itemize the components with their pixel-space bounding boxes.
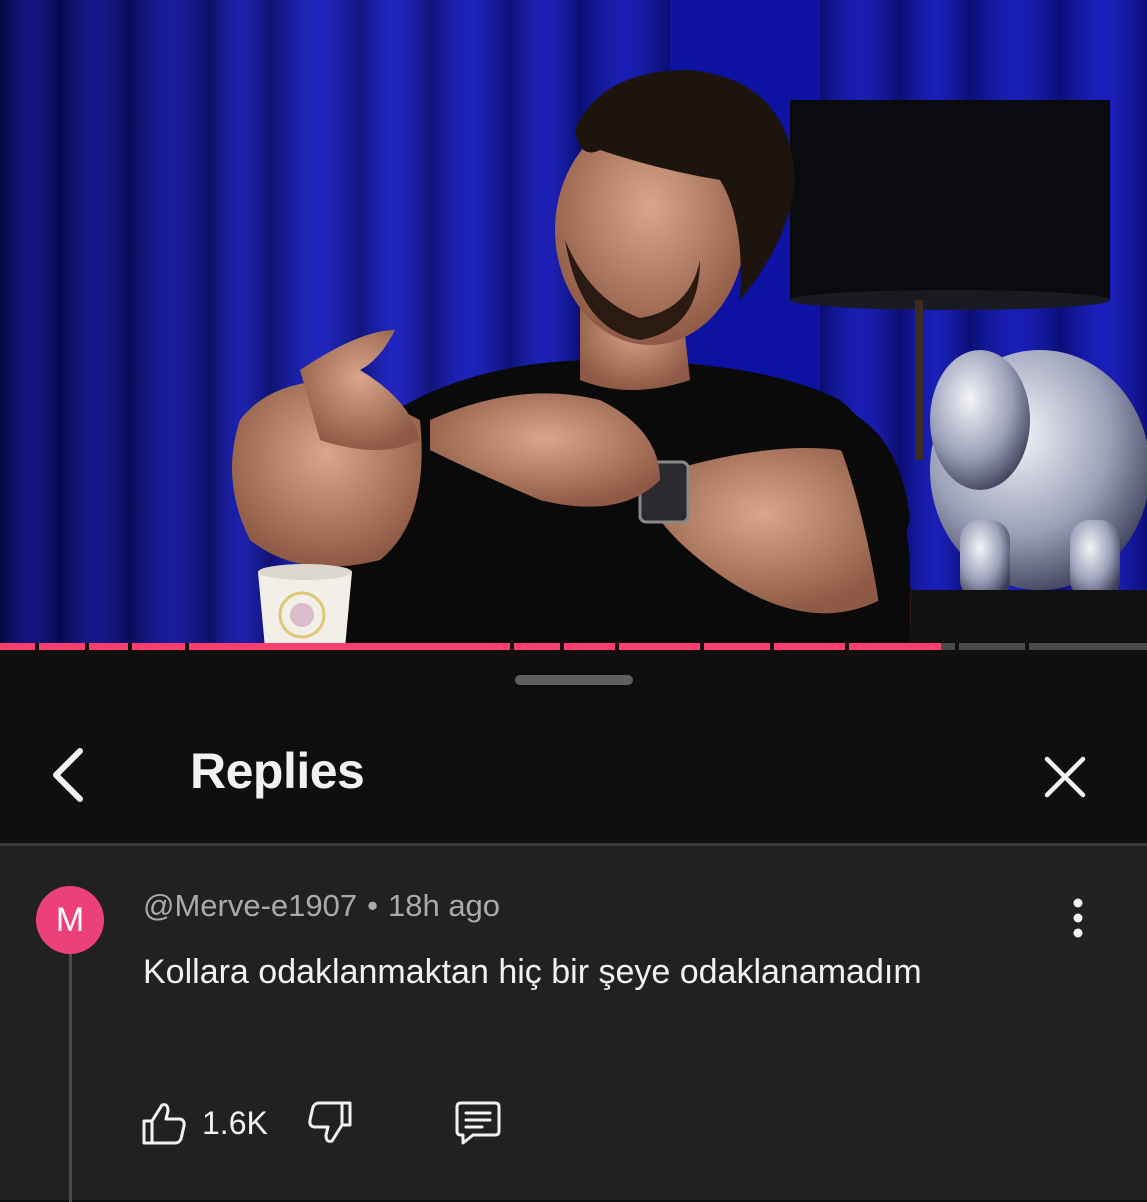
video-progress-fill — [0, 643, 941, 650]
chapter-gap — [615, 643, 619, 650]
drag-handle[interactable] — [515, 675, 633, 685]
like-count: 1.6K — [202, 1104, 268, 1141]
like-button[interactable]: 1.6K — [140, 1096, 268, 1150]
thread-line — [69, 942, 72, 1202]
chapter-gap — [35, 643, 39, 650]
thumbs-down-icon — [308, 1101, 352, 1143]
comment-text: Kollara odaklanmaktan hiç bir şeye odakl… — [143, 953, 922, 991]
chevron-left-icon — [53, 748, 83, 802]
more-options-button[interactable] — [1058, 896, 1098, 940]
chapter-gap — [510, 643, 514, 650]
chapter-gap — [845, 643, 849, 650]
chapter-gap — [955, 643, 959, 650]
reply-button[interactable] — [450, 1096, 506, 1150]
dislike-button[interactable] — [303, 1096, 357, 1150]
chapter-gap — [85, 643, 89, 650]
comment-item: M @Merve-e1907 • 18h ago Kollara odaklanma… — [0, 846, 1147, 1202]
thumbs-up-icon — [142, 1103, 186, 1145]
video-player[interactable] — [0, 0, 1147, 648]
chapter-gap — [770, 643, 774, 650]
video-progress-bar[interactable] — [0, 643, 1147, 650]
more-vertical-icon — [1073, 898, 1083, 938]
chapter-gap — [185, 643, 189, 650]
back-button[interactable] — [38, 740, 98, 810]
chapter-gap — [128, 643, 132, 650]
meta-separator: • — [367, 888, 378, 923]
video-frame — [0, 0, 1147, 648]
chapter-gap — [1025, 643, 1029, 650]
close-button[interactable] — [1030, 742, 1100, 812]
chapter-gap — [700, 643, 704, 650]
comment-actions: 1.6K — [140, 1096, 520, 1150]
avatar-letter: M — [55, 900, 85, 939]
comment-author[interactable]: @Merve-e1907 — [143, 888, 357, 923]
comment-meta: @Merve-e1907 • 18h ago — [143, 888, 500, 924]
close-icon — [1044, 756, 1086, 798]
page-title: Replies — [190, 743, 365, 799]
replies-sheet: Replies M @Merve-e1907 • 18h ago Kollara o… — [0, 650, 1147, 1202]
chapter-gap — [560, 643, 564, 650]
avatar[interactable]: M — [36, 886, 104, 954]
comment-reply-icon — [455, 1101, 501, 1145]
comment-time: 18h ago — [387, 888, 501, 923]
